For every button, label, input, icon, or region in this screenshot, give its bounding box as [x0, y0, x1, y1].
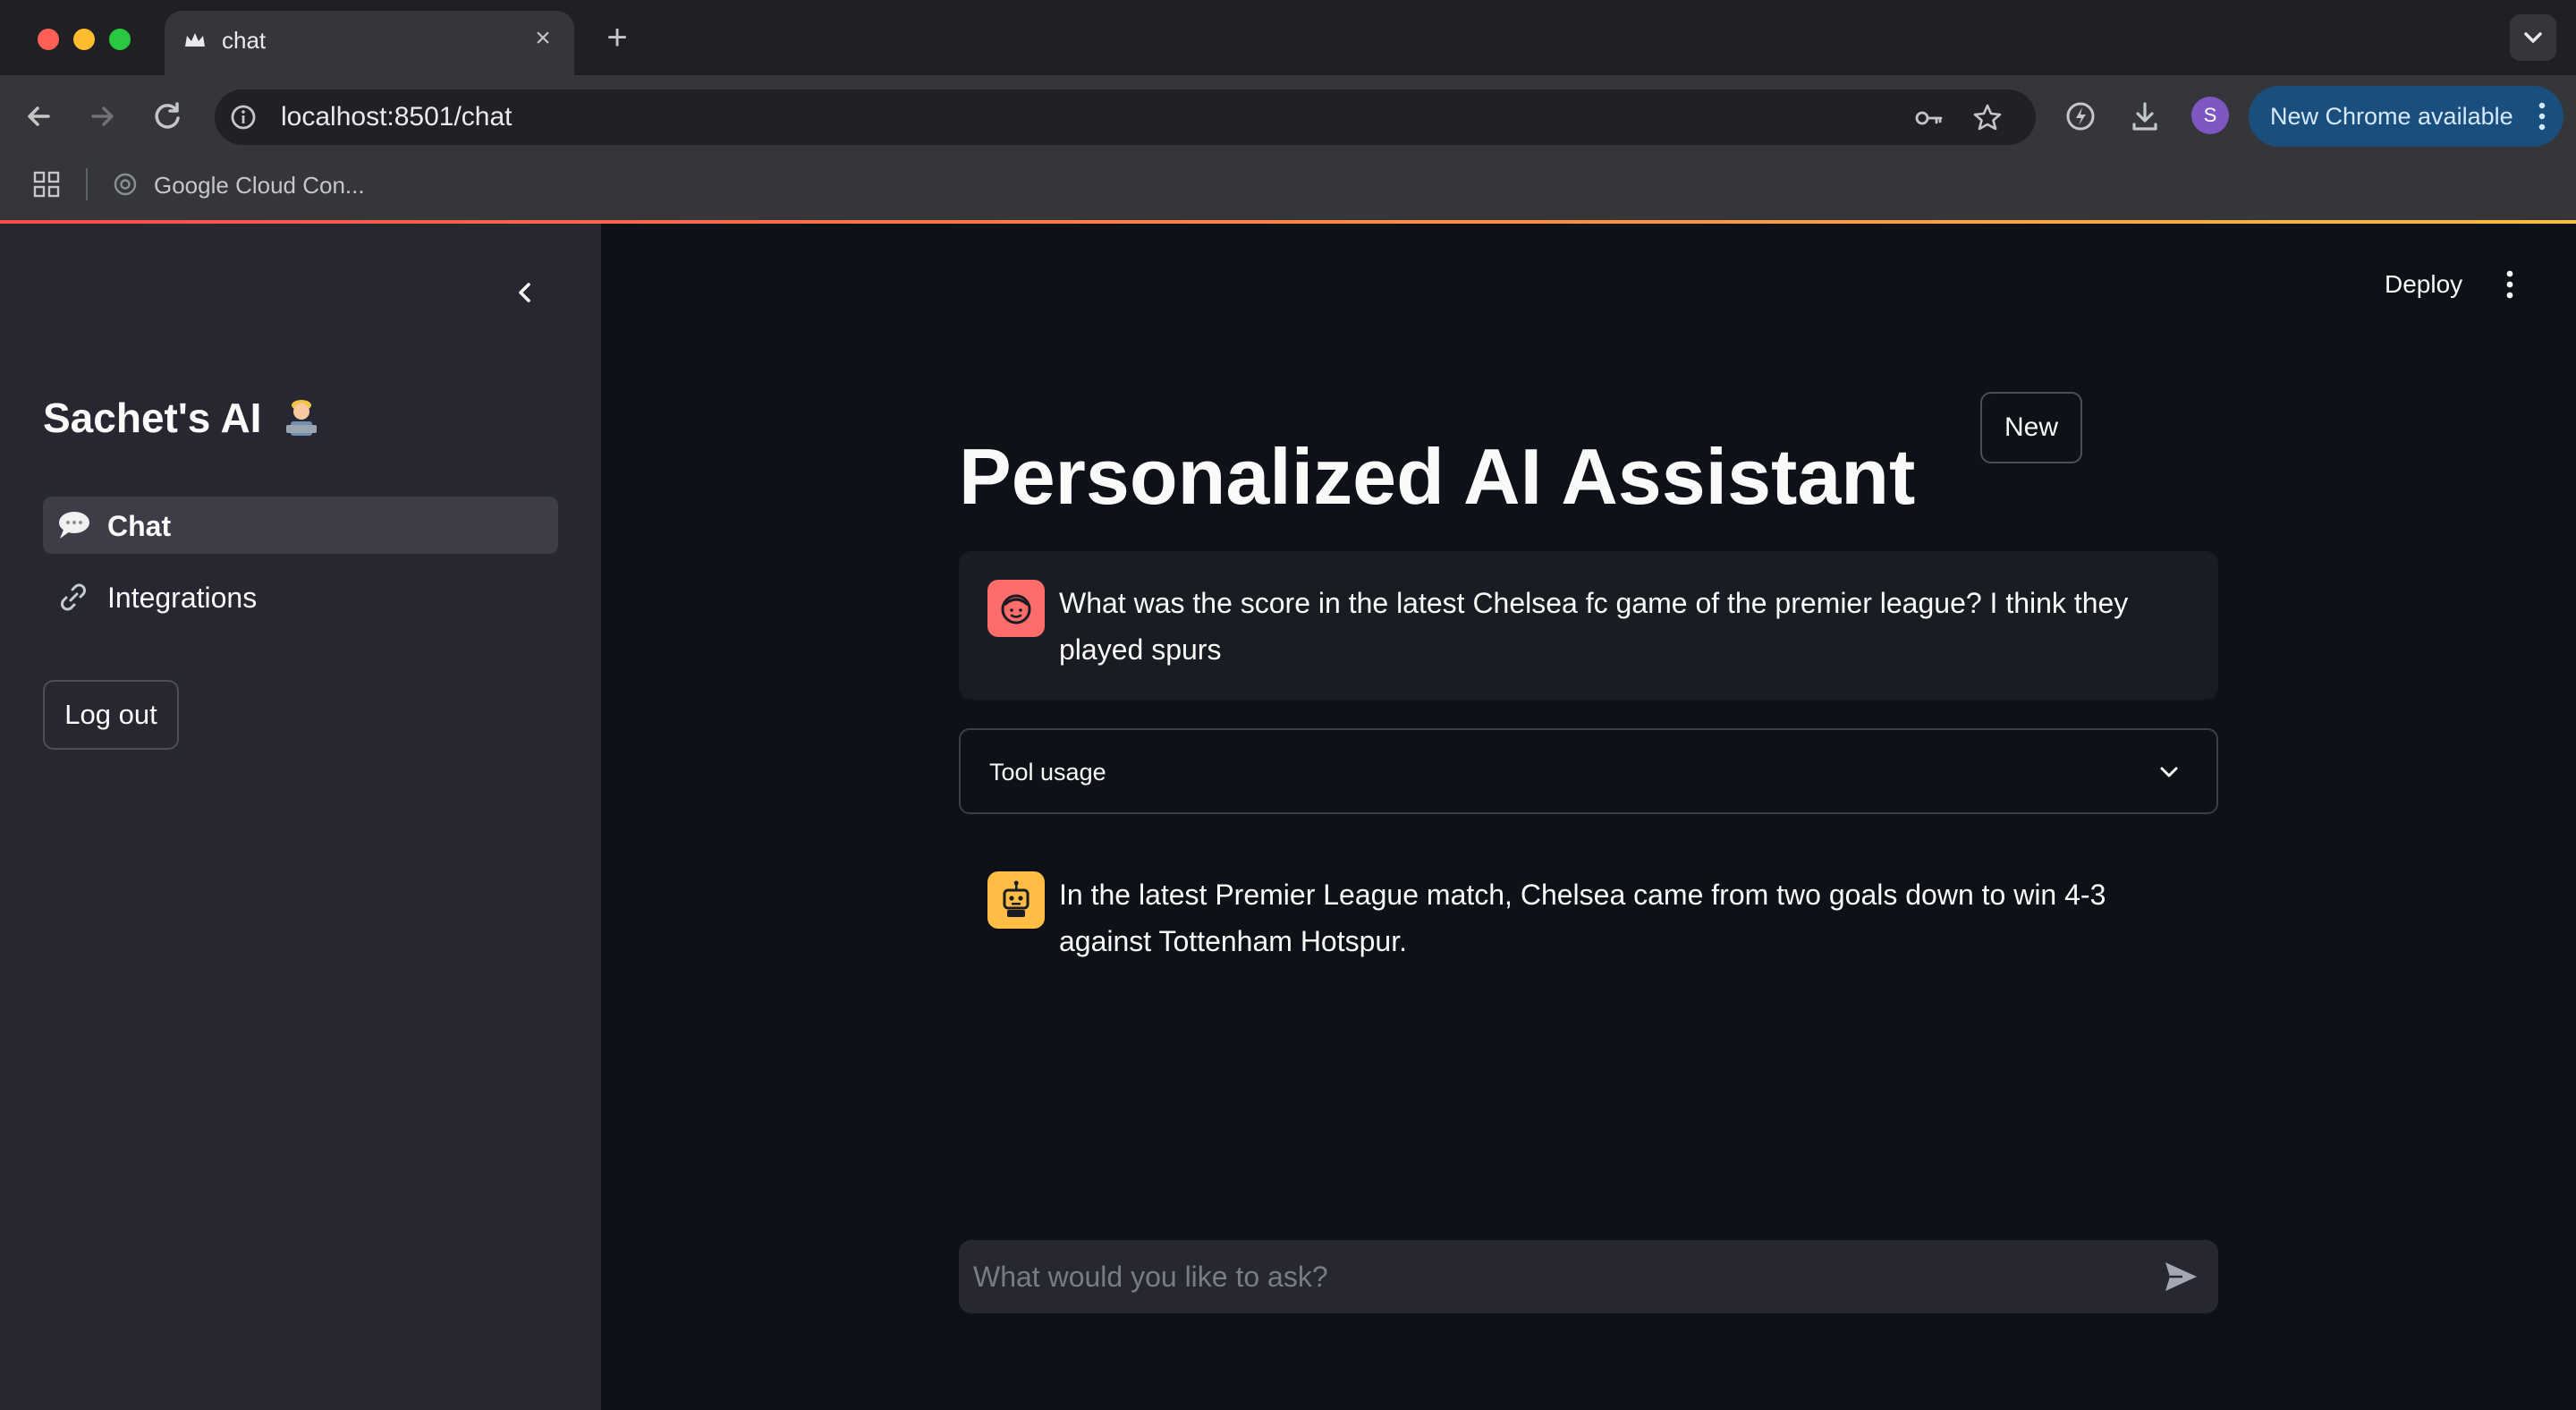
- main-content: Deploy New Personalized AI Assistant Wha…: [601, 224, 2576, 1410]
- address-bar[interactable]: localhost:8501/chat: [215, 89, 2036, 145]
- globe-icon: [114, 173, 137, 196]
- app-brand: Sachet's AI: [43, 394, 319, 442]
- password-key-icon[interactable]: [1912, 102, 1945, 134]
- chevron-down-icon: [2160, 767, 2178, 777]
- robot-icon: [1003, 880, 1030, 917]
- maximize-window-button[interactable]: [109, 29, 131, 50]
- chat-message-user: What was the score in the latest Chelsea…: [959, 551, 2218, 700]
- main-menu-kebab-icon[interactable]: [2504, 268, 2515, 301]
- bookmark-star-icon[interactable]: [1971, 102, 2004, 134]
- tool-usage-expander[interactable]: Tool usage: [959, 728, 2218, 814]
- user-face-icon: [1001, 594, 1031, 624]
- apps-grid-icon[interactable]: [32, 170, 61, 199]
- message-text: What was the score in the latest Chelsea…: [1059, 587, 2129, 666]
- forward-arrow-icon[interactable]: [80, 95, 123, 138]
- download-icon[interactable]: [2125, 97, 2165, 136]
- message-text: In the latest Premier League match, Chel…: [1059, 879, 2106, 957]
- performance-icon[interactable]: [2061, 97, 2100, 136]
- sidebar-item-chat[interactable]: Chat: [43, 497, 558, 554]
- browser-tab-chat[interactable]: chat ×: [165, 11, 574, 75]
- send-icon[interactable]: [2161, 1258, 2200, 1295]
- sidebar-item-integrations[interactable]: Integrations: [43, 568, 558, 625]
- new-tab-icon[interactable]: +: [599, 20, 635, 55]
- more-vertical-icon[interactable]: [2537, 100, 2547, 132]
- chat-input-field[interactable]: [973, 1240, 2136, 1313]
- speech-balloon-icon: [59, 512, 89, 539]
- url-text: localhost:8501/chat: [281, 102, 513, 132]
- user-avatar: [987, 580, 1045, 637]
- new-chat-button[interactable]: New: [1980, 392, 2082, 463]
- tab-title: chat: [222, 27, 267, 54]
- chevron-down-icon: [2524, 32, 2542, 43]
- link-icon: [61, 583, 86, 611]
- deploy-button[interactable]: Deploy: [2385, 270, 2462, 299]
- close-window-button[interactable]: [38, 29, 59, 50]
- brand-text: Sachet's AI: [43, 395, 262, 441]
- bookmarks-bar: Google Cloud Con...: [0, 157, 2576, 220]
- bookmark-separator: [86, 168, 88, 200]
- site-info-icon[interactable]: [227, 101, 259, 133]
- browser-chrome: chat × + localhost:8501/chat S New Chrom…: [0, 0, 2576, 224]
- browser-toolbar: localhost:8501/chat S New Chrome availab…: [0, 75, 2576, 157]
- tab-search-button[interactable]: [2510, 14, 2556, 61]
- bookmark-label: Google Cloud Con...: [154, 172, 365, 199]
- page-title: Personalized AI Assistant: [959, 432, 1916, 521]
- tab-strip: chat × +: [0, 0, 2576, 75]
- collapse-sidebar-chevron-left-icon[interactable]: [506, 274, 544, 311]
- streamlit-crown-icon: [185, 33, 205, 47]
- sidebar: Sachet's AI Chat Integrations Log out: [0, 224, 601, 1410]
- chat-input[interactable]: [959, 1240, 2218, 1313]
- logout-button[interactable]: Log out: [43, 680, 179, 750]
- sidebar-item-label: Chat: [107, 510, 172, 542]
- new-chrome-available-button[interactable]: New Chrome available: [2249, 86, 2563, 147]
- update-label: New Chrome available: [2270, 103, 2513, 130]
- technologist-emoji-icon: [286, 400, 318, 436]
- chat-message-assistant: In the latest Premier League match, Chel…: [959, 843, 2218, 968]
- sidebar-item-label: Integrations: [107, 582, 258, 614]
- tab-close-icon[interactable]: ×: [528, 23, 558, 54]
- expander-label: Tool usage: [989, 759, 1106, 786]
- assistant-avatar: [987, 871, 1045, 929]
- profile-avatar[interactable]: S: [2191, 97, 2229, 134]
- back-arrow-icon[interactable]: [18, 95, 61, 138]
- reload-icon[interactable]: [147, 95, 190, 138]
- minimize-window-button[interactable]: [73, 29, 95, 50]
